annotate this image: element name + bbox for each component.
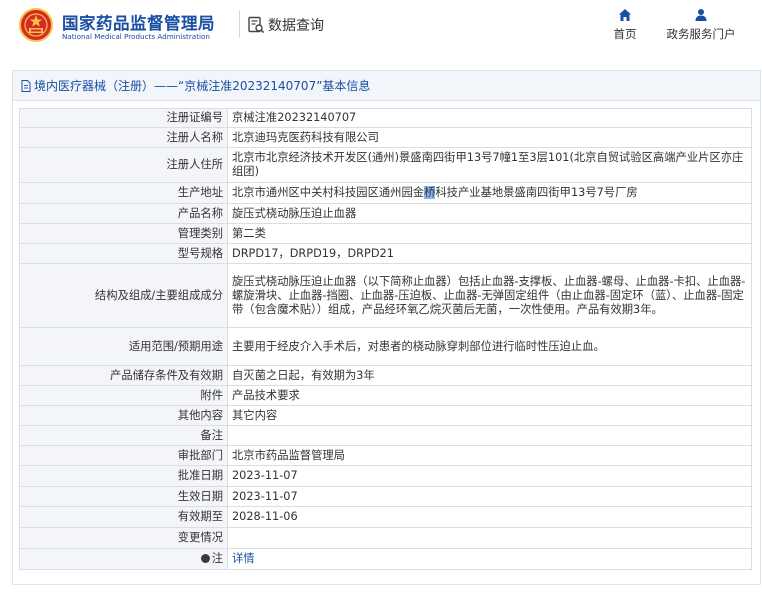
field-label: 型号规格 xyxy=(19,243,228,264)
table-row: 产品名称 旋压式桡动脉压迫止血器 xyxy=(19,203,752,224)
table-row: 型号规格 DRPD17，DRPD19，DRPD21 xyxy=(19,243,752,264)
table-row: 批准日期 2023-11-07 xyxy=(19,465,752,487)
detail-panel: 境内医疗器械（注册）——“京械注准20232140707”基本信息 注册证编号 … xyxy=(12,70,761,585)
table-row: 注 详情 xyxy=(19,548,752,570)
field-value: 京械注准20232140707 xyxy=(227,108,752,128)
field-value: 自灭菌之日起，有效期为3年 xyxy=(227,365,752,386)
field-label: 备注 xyxy=(19,425,228,446)
field-value: 第二类 xyxy=(227,223,752,244)
panel-title: 境内医疗器械（注册）——“京械注准20232140707”基本信息 xyxy=(34,79,371,93)
table-row: 生产地址 北京市通州区中关村科技园区通州园金桥科技产业基地景盛南四街甲13号7号… xyxy=(19,182,752,204)
field-label: 其他内容 xyxy=(19,405,228,426)
note-icon xyxy=(200,554,210,563)
header-divider xyxy=(239,10,240,38)
national-emblem-icon xyxy=(19,8,53,42)
field-label: 适用范围/预期用途 xyxy=(19,327,228,366)
field-value: 其它内容 xyxy=(227,405,752,426)
field-value: 北京市北京经济技术开发区(通州)景盛南四街甲13号7幢1至3层101(北京自贸试… xyxy=(227,147,752,183)
table-row: 注册证编号 京械注准20232140707 xyxy=(19,108,752,128)
field-value: 北京市药品监督管理局 xyxy=(227,445,752,466)
field-label: 生效日期 xyxy=(19,486,228,507)
field-label: 有效期至 xyxy=(19,506,228,528)
field-value: 北京迪玛克医药科技有限公司 xyxy=(227,127,752,148)
address-part: 北京市通州区中关村科技园区通州园金 xyxy=(232,186,425,199)
table-row: 有效期至 2028-11-06 xyxy=(19,506,752,528)
nav-home-label: 首页 xyxy=(613,27,637,41)
field-value xyxy=(227,527,752,549)
table-row: 附件 产品技术要求 xyxy=(19,385,752,406)
field-value xyxy=(227,425,752,446)
field-label: 生产地址 xyxy=(19,182,228,204)
address-part: 科技产业基地景盛南四街甲13号7号厂房 xyxy=(435,186,638,199)
table-row: 备注 xyxy=(19,425,752,446)
panel-header: 境内医疗器械（注册）——“京械注准20232140707”基本信息 xyxy=(13,71,760,101)
device-info-table: 注册证编号 京械注准20232140707 注册人名称 北京迪玛克医药科技有限公… xyxy=(19,108,752,570)
field-label: 变更情况 xyxy=(19,527,228,549)
field-value: 2023-11-07 xyxy=(227,465,752,487)
field-value: 旋压式桡动脉压迫止血器（以下简称止血器）包括止血器-支撑板、止血器-螺母、止血器… xyxy=(227,263,752,328)
field-value: 主要用于经皮介入手术后，对患者的桡动脉穿刺部位进行临时性压迫止血。 xyxy=(227,327,752,366)
field-label: 注册人名称 xyxy=(19,127,228,148)
table-row: 注册人名称 北京迪玛克医药科技有限公司 xyxy=(19,127,752,148)
home-icon xyxy=(619,9,631,21)
field-label: 附件 xyxy=(19,385,228,406)
nav-home[interactable]: 首页 xyxy=(606,8,644,42)
table-row: 其他内容 其它内容 xyxy=(19,405,752,426)
field-value: 北京市通州区中关村科技园区通州园金桥科技产业基地景盛南四街甲13号7号厂房 xyxy=(227,182,752,204)
table-row: 适用范围/预期用途 主要用于经皮介入手术后，对患者的桡动脉穿刺部位进行临时性压迫… xyxy=(19,327,752,366)
field-label: 注册证编号 xyxy=(19,108,228,128)
field-label: 批准日期 xyxy=(19,465,228,487)
field-value: 旋压式桡动脉压迫止血器 xyxy=(227,203,752,224)
brand-title: 国家药品监督管理局 xyxy=(62,14,215,33)
data-query-label: 数据查询 xyxy=(268,18,324,34)
table-row: 产品储存条件及有效期 自灭菌之日起，有效期为3年 xyxy=(19,365,752,386)
table-row: 生效日期 2023-11-07 xyxy=(19,486,752,507)
table-row: 结构及组成/主要组成成分 旋压式桡动脉压迫止血器（以下简称止血器）包括止血器-支… xyxy=(19,263,752,328)
nav-gov-service-label: 政务服务门户 xyxy=(666,27,736,41)
table-row: 管理类别 第二类 xyxy=(19,223,752,244)
field-label: 产品储存条件及有效期 xyxy=(19,365,228,386)
nav-gov-service-portal[interactable]: 政务服务门户 xyxy=(660,8,742,42)
selected-text-highlight: 桥 xyxy=(424,186,436,199)
field-label: 结构及组成/主要组成成分 xyxy=(19,263,228,328)
field-label: 注 xyxy=(19,548,228,570)
field-value: DRPD17，DRPD19，DRPD21 xyxy=(227,243,752,264)
table-row: 审批部门 北京市药品监督管理局 xyxy=(19,445,752,466)
field-label: 注册人住所 xyxy=(19,147,228,183)
site-header: 国家药品监督管理局 National Medical Products Admi… xyxy=(0,0,762,60)
field-label: 管理类别 xyxy=(19,223,228,244)
data-query-icon xyxy=(248,16,265,34)
field-label: 产品名称 xyxy=(19,203,228,224)
brand-subtitle: National Medical Products Administration xyxy=(62,32,210,41)
field-value: 2023-11-07 xyxy=(227,486,752,507)
details-link[interactable]: 详情 xyxy=(232,552,255,565)
document-icon xyxy=(21,79,31,92)
table-row: 变更情况 xyxy=(19,527,752,549)
field-value: 产品技术要求 xyxy=(227,385,752,406)
field-value: 2028-11-06 xyxy=(227,506,752,528)
note-label: 注 xyxy=(211,552,223,565)
user-icon xyxy=(695,9,707,21)
field-label: 审批部门 xyxy=(19,445,228,466)
field-value: 详情 xyxy=(227,548,752,570)
table-row: 注册人住所 北京市北京经济技术开发区(通州)景盛南四街甲13号7幢1至3层101… xyxy=(19,147,752,183)
